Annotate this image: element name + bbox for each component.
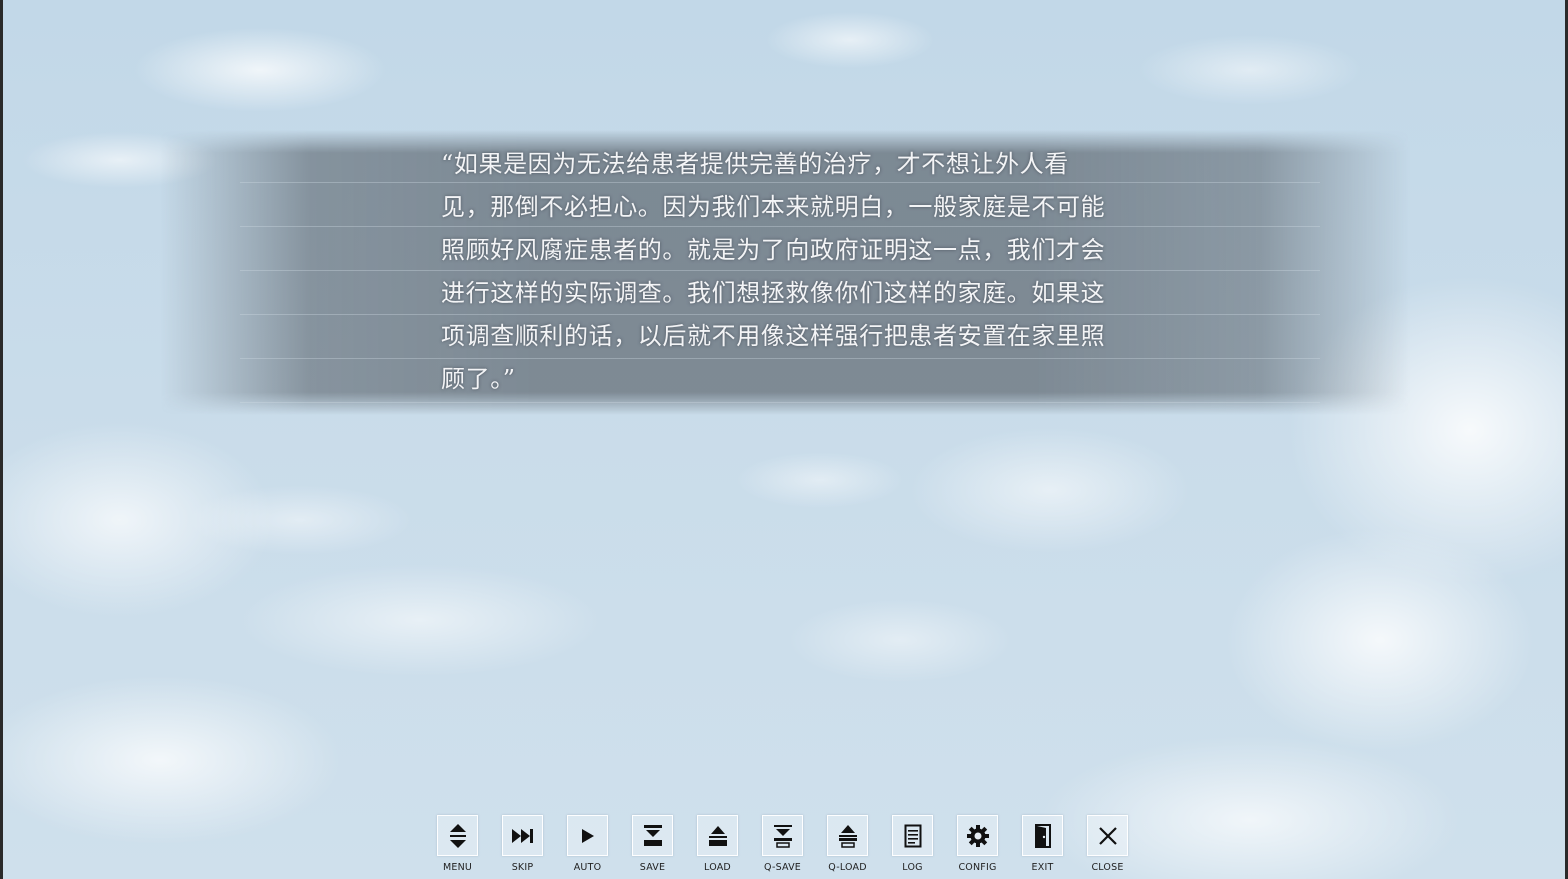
log-document-icon — [892, 815, 933, 856]
config-button[interactable]: CONFIG — [957, 815, 998, 875]
config-label: CONFIG — [958, 862, 997, 873]
close-button[interactable]: CLOSE — [1087, 815, 1128, 875]
fast-forward-icon — [502, 815, 543, 856]
save-button[interactable]: SAVE — [632, 815, 673, 875]
game-toolbar: MENU SKIP AUTO SAVE LOAD Q-SAVE Q-LOAD L… — [437, 815, 1128, 875]
close-label: CLOSE — [1091, 862, 1124, 873]
dialogue-line: 顾了。” — [441, 365, 516, 393]
log-label: LOG — [902, 862, 923, 873]
menu-button[interactable]: MENU — [437, 815, 478, 875]
dialogue-line: 项调查顺利的话，以后就不用像这样强行把患者安置在家里照 — [441, 322, 1106, 350]
dialogue-line: “如果是因为无法给患者提供完善的治疗，才不想让外人看 — [441, 150, 1069, 178]
close-icon — [1087, 815, 1128, 856]
quick-load-icon — [827, 815, 868, 856]
quick-load-button[interactable]: Q-LOAD — [827, 815, 868, 875]
quick-save-icon — [762, 815, 803, 856]
dialogue-line: 照顾好风腐症患者的。就是为了向政府证明这一点，我们才会 — [441, 236, 1106, 264]
skip-label: SKIP — [511, 862, 534, 873]
play-icon — [567, 815, 608, 856]
quick-save-label: Q-SAVE — [764, 862, 801, 873]
skip-button[interactable]: SKIP — [502, 815, 543, 875]
load-button[interactable]: LOAD — [697, 815, 738, 875]
game-screen[interactable]: “如果是因为无法给患者提供完善的治疗，才不想让外人看 见，那倒不必担心。因为我们… — [0, 0, 1568, 879]
save-icon — [632, 815, 673, 856]
dialogue-line: 进行这样的实际调查。我们想拯救像你们这样的家庭。如果这 — [441, 279, 1106, 307]
load-label: LOAD — [704, 862, 731, 873]
door-exit-icon — [1022, 815, 1063, 856]
auto-button[interactable]: AUTO — [567, 815, 608, 875]
quick-load-label: Q-LOAD — [828, 862, 867, 873]
window-frame-left — [0, 0, 3, 879]
load-icon — [697, 815, 738, 856]
dialogue-text[interactable]: “如果是因为无法给患者提供完善的治疗，才不想让外人看 见，那倒不必担心。因为我们… — [441, 143, 1131, 401]
exit-label: EXIT — [1031, 862, 1054, 873]
auto-label: AUTO — [573, 862, 602, 873]
exit-button[interactable]: EXIT — [1022, 815, 1063, 875]
log-button[interactable]: LOG — [892, 815, 933, 875]
menu-label: MENU — [442, 862, 473, 873]
save-label: SAVE — [639, 862, 666, 873]
gear-icon — [957, 815, 998, 856]
dialogue-line: 见，那倒不必担心。因为我们本来就明白，一般家庭是不可能 — [441, 193, 1106, 221]
quick-save-button[interactable]: Q-SAVE — [762, 815, 803, 875]
menu-updown-icon — [437, 815, 478, 856]
